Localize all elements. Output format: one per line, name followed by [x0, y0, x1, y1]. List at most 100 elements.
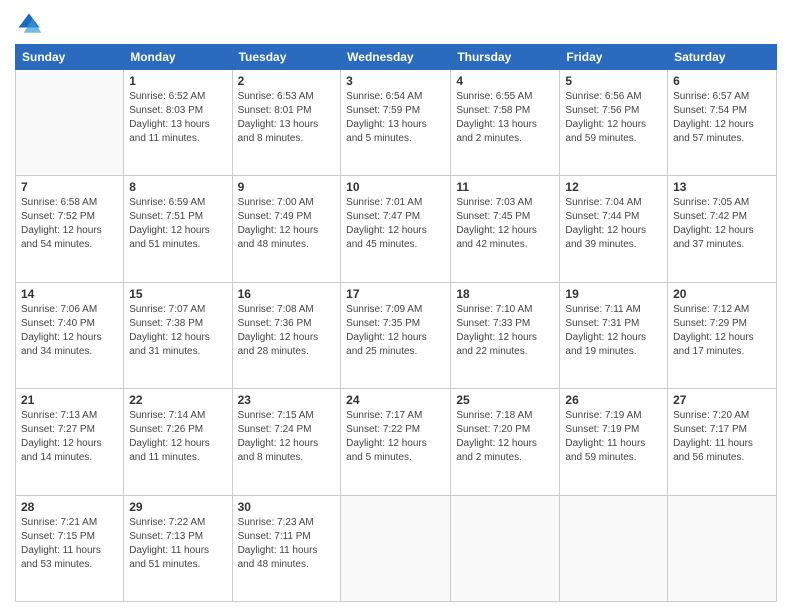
- logo: [15, 10, 47, 38]
- day-info: Sunrise: 7:03 AM Sunset: 7:45 PM Dayligh…: [456, 196, 554, 252]
- logo-icon: [15, 10, 43, 38]
- calendar-cell: 20 Sunrise: 7:12 AM Sunset: 7:29 PM Dayli…: [668, 282, 777, 388]
- header-monday: Monday: [124, 45, 232, 70]
- day-info: Sunrise: 7:19 AM Sunset: 7:19 PM Dayligh…: [565, 409, 662, 465]
- calendar-cell: 1 Sunrise: 6:52 AM Sunset: 8:03 PM Daylig…: [124, 70, 232, 176]
- day-number: 9: [238, 180, 336, 194]
- day-number: 30: [238, 500, 336, 514]
- calendar-cell: 23 Sunrise: 7:15 AM Sunset: 7:24 PM Dayli…: [232, 389, 341, 495]
- day-number: 18: [456, 287, 554, 301]
- day-info: Sunrise: 6:52 AM Sunset: 8:03 PM Dayligh…: [129, 90, 226, 146]
- day-number: 12: [565, 180, 662, 194]
- calendar-cell: 4 Sunrise: 6:55 AM Sunset: 7:58 PM Daylig…: [451, 70, 560, 176]
- day-info: Sunrise: 7:13 AM Sunset: 7:27 PM Dayligh…: [21, 409, 118, 465]
- calendar-cell: 8 Sunrise: 6:59 AM Sunset: 7:51 PM Daylig…: [124, 176, 232, 282]
- day-info: Sunrise: 7:10 AM Sunset: 7:33 PM Dayligh…: [456, 303, 554, 359]
- day-info: Sunrise: 7:06 AM Sunset: 7:40 PM Dayligh…: [21, 303, 118, 359]
- calendar-cell: 25 Sunrise: 7:18 AM Sunset: 7:20 PM Dayli…: [451, 389, 560, 495]
- calendar-cell: 6 Sunrise: 6:57 AM Sunset: 7:54 PM Daylig…: [668, 70, 777, 176]
- calendar-cell: 22Sunrise: 7:14 AM Sunset: 7:26 PM Dayli…: [124, 389, 232, 495]
- day-number: 16: [238, 287, 336, 301]
- day-info: Sunrise: 7:17 AM Sunset: 7:22 PM Dayligh…: [346, 409, 445, 465]
- calendar-cell: 29 Sunrise: 7:22 AM Sunset: 7:13 PM Dayli…: [124, 495, 232, 601]
- calendar-cell: 30 Sunrise: 7:23 AM Sunset: 7:11 PM Dayli…: [232, 495, 341, 601]
- calendar: SundayMondayTuesdayWednesdayThursdayFrid…: [15, 44, 777, 602]
- header-sunday: Sunday: [16, 45, 124, 70]
- day-number: 21: [21, 393, 118, 407]
- day-number: 25: [456, 393, 554, 407]
- calendar-cell: 13 Sunrise: 7:05 AM Sunset: 7:42 PM Dayli…: [668, 176, 777, 282]
- calendar-cell: 7 Sunrise: 6:58 AM Sunset: 7:52 PM Daylig…: [16, 176, 124, 282]
- day-number: 1: [129, 74, 226, 88]
- day-number: 20: [673, 287, 771, 301]
- calendar-cell: 14 Sunrise: 7:06 AM Sunset: 7:40 PM Dayli…: [16, 282, 124, 388]
- day-number: 3: [346, 74, 445, 88]
- calendar-cell: 27 Sunrise: 7:20 AM Sunset: 7:17 PM Dayli…: [668, 389, 777, 495]
- day-number: 8: [129, 180, 226, 194]
- day-info: Sunrise: 6:55 AM Sunset: 7:58 PM Dayligh…: [456, 90, 554, 146]
- day-number: 17: [346, 287, 445, 301]
- day-info: Sunrise: 7:22 AM Sunset: 7:13 PM Dayligh…: [129, 516, 226, 572]
- day-info: Sunrise: 6:58 AM Sunset: 7:52 PM Dayligh…: [21, 196, 118, 252]
- header-tuesday: Tuesday: [232, 45, 341, 70]
- day-number: 7: [21, 180, 118, 194]
- day-info: Sunrise: 7:05 AM Sunset: 7:42 PM Dayligh…: [673, 196, 771, 252]
- day-number: 4: [456, 74, 554, 88]
- calendar-cell: 12 Sunrise: 7:04 AM Sunset: 7:44 PM Dayli…: [560, 176, 668, 282]
- day-number: 29: [129, 500, 226, 514]
- calendar-cell: 3 Sunrise: 6:54 AM Sunset: 7:59 PM Daylig…: [341, 70, 451, 176]
- day-number: 13: [673, 180, 771, 194]
- day-info: Sunrise: 7:04 AM Sunset: 7:44 PM Dayligh…: [565, 196, 662, 252]
- day-info: Sunrise: 7:11 AM Sunset: 7:31 PM Dayligh…: [565, 303, 662, 359]
- day-number: 15: [129, 287, 226, 301]
- day-info: Sunrise: 6:54 AM Sunset: 7:59 PM Dayligh…: [346, 90, 445, 146]
- day-number: 6: [673, 74, 771, 88]
- calendar-cell: 5 Sunrise: 6:56 AM Sunset: 7:56 PM Daylig…: [560, 70, 668, 176]
- day-info: Sunrise: 7:07 AM Sunset: 7:38 PM Dayligh…: [129, 303, 226, 359]
- header-thursday: Thursday: [451, 45, 560, 70]
- day-info: Sunrise: 6:59 AM Sunset: 7:51 PM Dayligh…: [129, 196, 226, 252]
- calendar-cell: [560, 495, 668, 601]
- calendar-cell: 17 Sunrise: 7:09 AM Sunset: 7:35 PM Dayli…: [341, 282, 451, 388]
- calendar-cell: 10 Sunrise: 7:01 AM Sunset: 7:47 PM Dayli…: [341, 176, 451, 282]
- day-number: 23: [238, 393, 336, 407]
- header-friday: Friday: [560, 45, 668, 70]
- day-number: 24: [346, 393, 445, 407]
- calendar-cell: 24 Sunrise: 7:17 AM Sunset: 7:22 PM Dayli…: [341, 389, 451, 495]
- day-number: 28: [21, 500, 118, 514]
- day-info: Sunrise: 7:08 AM Sunset: 7:36 PM Dayligh…: [238, 303, 336, 359]
- day-info: Sunrise: 7:21 AM Sunset: 7:15 PM Dayligh…: [21, 516, 118, 572]
- calendar-cell: [16, 70, 124, 176]
- calendar-cell: 21 Sunrise: 7:13 AM Sunset: 7:27 PM Dayli…: [16, 389, 124, 495]
- calendar-cell: 19 Sunrise: 7:11 AM Sunset: 7:31 PM Dayli…: [560, 282, 668, 388]
- day-number: 14: [21, 287, 118, 301]
- header-saturday: Saturday: [668, 45, 777, 70]
- day-info: Sunrise: 7:23 AM Sunset: 7:11 PM Dayligh…: [238, 516, 336, 572]
- day-number: 27: [673, 393, 771, 407]
- calendar-cell: 2 Sunrise: 6:53 AM Sunset: 8:01 PM Daylig…: [232, 70, 341, 176]
- day-info: Sunrise: 7:01 AM Sunset: 7:47 PM Dayligh…: [346, 196, 445, 252]
- header-wednesday: Wednesday: [341, 45, 451, 70]
- calendar-cell: 11 Sunrise: 7:03 AM Sunset: 7:45 PM Dayli…: [451, 176, 560, 282]
- day-info: Sunrise: 7:20 AM Sunset: 7:17 PM Dayligh…: [673, 409, 771, 465]
- calendar-cell: 18 Sunrise: 7:10 AM Sunset: 7:33 PM Dayli…: [451, 282, 560, 388]
- day-number: 26: [565, 393, 662, 407]
- day-number: 2: [238, 74, 336, 88]
- calendar-cell: 15 Sunrise: 7:07 AM Sunset: 7:38 PM Dayli…: [124, 282, 232, 388]
- calendar-cell: [668, 495, 777, 601]
- day-info: Sunrise: 7:18 AM Sunset: 7:20 PM Dayligh…: [456, 409, 554, 465]
- day-info: Sunrise: 6:57 AM Sunset: 7:54 PM Dayligh…: [673, 90, 771, 146]
- day-info: Sunrise: 7:15 AM Sunset: 7:24 PM Dayligh…: [238, 409, 336, 465]
- day-number: 11: [456, 180, 554, 194]
- calendar-cell: 9Sunrise: 7:00 AM Sunset: 7:49 PM Daylig…: [232, 176, 341, 282]
- day-number: 22: [129, 393, 226, 407]
- day-number: 10: [346, 180, 445, 194]
- day-number: 5: [565, 74, 662, 88]
- day-info: Sunrise: 6:53 AM Sunset: 8:01 PM Dayligh…: [238, 90, 336, 146]
- calendar-cell: [341, 495, 451, 601]
- day-info: Sunrise: 7:09 AM Sunset: 7:35 PM Dayligh…: [346, 303, 445, 359]
- calendar-cell: 26 Sunrise: 7:19 AM Sunset: 7:19 PM Dayli…: [560, 389, 668, 495]
- day-info: Sunrise: 7:12 AM Sunset: 7:29 PM Dayligh…: [673, 303, 771, 359]
- day-number: 19: [565, 287, 662, 301]
- day-info: Sunrise: 6:56 AM Sunset: 7:56 PM Dayligh…: [565, 90, 662, 146]
